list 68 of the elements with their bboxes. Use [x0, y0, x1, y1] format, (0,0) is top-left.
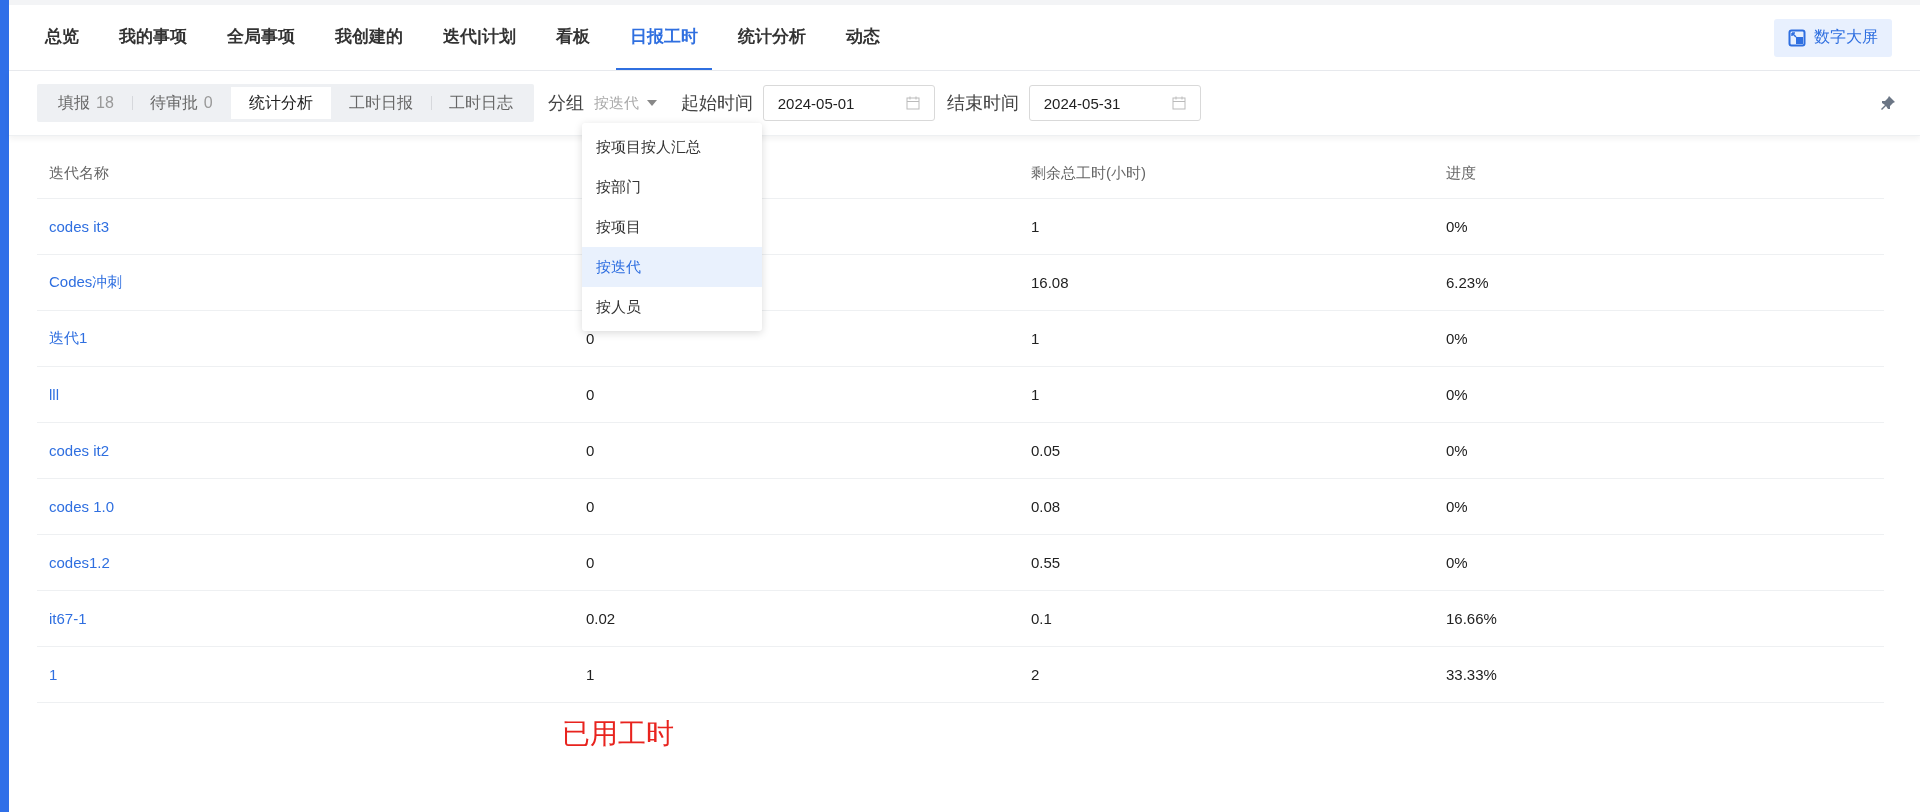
table-cell-text: 0% [1445, 498, 1468, 515]
calendar-icon [905, 96, 920, 110]
nav-tab[interactable]: 统计分析 [723, 5, 820, 70]
nav-tab[interactable]: 看板 [541, 5, 604, 70]
table-cell-text: 1 [585, 666, 595, 683]
nav-tab[interactable]: 日报工时 [615, 5, 712, 70]
table-cell-text: 0 [585, 498, 595, 515]
menu-item[interactable]: 按项目按人汇总 [582, 127, 762, 167]
column-header: 迭代名称 [48, 163, 109, 183]
screen-icon [1788, 28, 1806, 47]
table-cell-text: 0% [1445, 386, 1468, 403]
table-cell-text: 6.23% [1445, 274, 1489, 291]
iteration-link[interactable]: Codes冲刺 [37, 273, 123, 292]
table-cell-text: 0.1 [1030, 610, 1052, 627]
table-cell-text: 0% [1445, 554, 1468, 571]
table-cell-text: 0 [585, 386, 595, 403]
nav-tab[interactable]: 动态 [831, 5, 894, 70]
iteration-link[interactable]: codes1.2 [37, 554, 110, 571]
group-label: 分组 [547, 92, 584, 115]
table-cell-text: 0.05 [1030, 442, 1061, 459]
screen-button[interactable]: 数字大屏 [1774, 18, 1892, 57]
menu-item[interactable]: 按项目 [582, 207, 762, 247]
table-cell-text: 0 [585, 330, 595, 347]
menu-item[interactable]: 按迭代 [582, 247, 762, 287]
menu-item[interactable]: 按部门 [582, 167, 762, 207]
nav-tab[interactable]: 全局事项 [213, 5, 309, 70]
column-header: 进度 [1445, 163, 1476, 183]
calendar-icon [1171, 96, 1186, 110]
table-cell-text: 16.66% [1445, 610, 1497, 627]
iteration-link[interactable]: codes it2 [37, 442, 110, 459]
table-cell-text: 1 [1030, 218, 1040, 235]
annotation-text: 已用工时 [562, 718, 674, 749]
table-cell-text: 2 [1030, 666, 1040, 683]
table-cell-text: 16.08 [1030, 274, 1069, 291]
table-cell-text: 0 [585, 442, 595, 459]
table-cell-text: 33.33% [1445, 666, 1497, 683]
date-label: 起始时间 [680, 92, 753, 115]
table-cell-text: 1 [1030, 386, 1040, 403]
segment-tab[interactable]: 工时日报 [330, 87, 431, 119]
end-date-field[interactable]: 2024-05-31 [1028, 85, 1201, 121]
iteration-link[interactable]: it67-1 [37, 610, 87, 627]
pin-icon[interactable] [1880, 95, 1896, 111]
table-cell-text: 0.08 [1030, 498, 1061, 515]
nav-tab[interactable]: 总览 [31, 5, 93, 70]
table-cell-text: 0 [585, 554, 595, 571]
table-cell-text: 1 [1030, 330, 1040, 347]
table-cell-text: 0% [1445, 218, 1468, 235]
nav-tab[interactable]: 我创建的 [321, 5, 417, 70]
segment-tab[interactable]: 统计分析 [230, 87, 331, 119]
iteration-link[interactable]: codes it3 [37, 218, 110, 235]
nav-tab[interactable]: 迭代|计划 [429, 5, 530, 70]
table-cell-text: 0.02 [585, 610, 616, 627]
table-cell-text: 0.55 [1030, 554, 1061, 571]
date-label: 结束时间 [946, 92, 1019, 115]
iteration-link[interactable]: lll [37, 386, 59, 403]
iteration-link[interactable]: 迭代1 [37, 329, 88, 348]
column-header: 剩余总工时(小时) [1030, 163, 1146, 183]
segment-tab[interactable]: 填报 18 [40, 87, 132, 119]
nav-tab[interactable]: 我的事项 [105, 5, 201, 70]
iteration-link[interactable]: codes 1.0 [37, 498, 115, 515]
menu-item[interactable]: 按人员 [582, 287, 762, 327]
caret-icon [646, 100, 657, 106]
segment-tab[interactable]: 工时日志 [430, 87, 531, 119]
table-cell-text: 0% [1445, 442, 1468, 459]
iteration-link[interactable]: 1 [37, 666, 58, 683]
start-date-field[interactable]: 2024-05-01 [762, 85, 935, 121]
segment-tab[interactable]: 待审批 0 [131, 87, 231, 119]
table-cell-text: 0% [1445, 330, 1468, 347]
